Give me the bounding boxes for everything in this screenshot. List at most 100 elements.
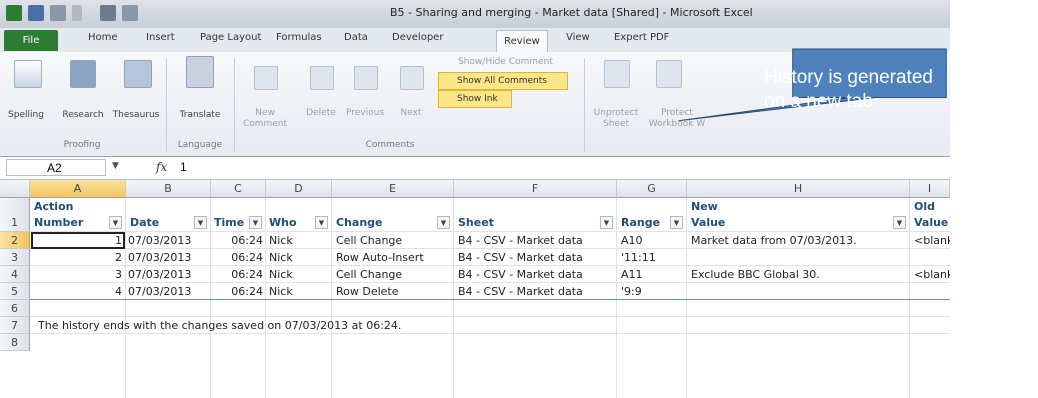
filter-dropdown-icon[interactable]: ▼ bbox=[249, 216, 262, 229]
new-comment-icon bbox=[254, 66, 278, 90]
column-header-a[interactable]: A bbox=[30, 180, 126, 198]
delete-comment-button[interactable]: Delete bbox=[296, 108, 346, 119]
row-header-5[interactable]: 5 bbox=[0, 283, 30, 300]
unprotect-label: Unprotect bbox=[593, 108, 639, 118]
filter-dropdown-icon[interactable]: ▼ bbox=[893, 216, 906, 229]
tab-data[interactable]: Data bbox=[344, 32, 368, 43]
translate-button[interactable]: Translate bbox=[172, 110, 228, 121]
tab-developer[interactable]: Developer bbox=[392, 32, 443, 43]
cell-old-value[interactable]: <blank bbox=[914, 268, 950, 281]
cell-new-value[interactable]: Exclude BBC Global 30. bbox=[691, 268, 907, 281]
header-new: New bbox=[691, 200, 718, 213]
cell-sheet[interactable]: B4 - CSV - Market data bbox=[458, 251, 616, 264]
cell-date[interactable]: 07/03/2013 bbox=[128, 268, 210, 281]
spelling-button[interactable]: Spelling bbox=[2, 110, 50, 121]
column-header-b[interactable]: B bbox=[126, 180, 211, 198]
cell-sheet[interactable]: B4 - CSV - Market data bbox=[458, 234, 616, 247]
tab-expert-pdf[interactable]: Expert PDF bbox=[614, 32, 669, 43]
filter-dropdown-icon[interactable]: ▼ bbox=[670, 216, 683, 229]
row-header-7[interactable]: 7 bbox=[0, 317, 30, 334]
cell-change[interactable]: Cell Change bbox=[336, 268, 452, 281]
cell-action-number[interactable]: 3 bbox=[30, 268, 122, 281]
cell-who[interactable]: Nick bbox=[269, 234, 329, 247]
row-header-8[interactable]: 8 bbox=[0, 334, 30, 351]
tab-view[interactable]: View bbox=[566, 32, 590, 43]
cell-date[interactable]: 07/03/2013 bbox=[128, 251, 210, 264]
cell-new-value[interactable]: Market data from 07/03/2013. bbox=[691, 234, 907, 247]
protect-workbook-button[interactable]: Protect Workbook W bbox=[640, 108, 714, 130]
filter-dropdown-icon[interactable]: ▼ bbox=[315, 216, 328, 229]
thesaurus-button[interactable]: Thesaurus bbox=[110, 110, 162, 121]
filter-dropdown-icon[interactable]: ▼ bbox=[437, 216, 450, 229]
name-box[interactable]: A2 bbox=[6, 159, 106, 176]
header-action: Action bbox=[34, 200, 74, 213]
row-header-1[interactable]: 1 bbox=[0, 198, 30, 232]
tab-insert[interactable]: Insert bbox=[146, 32, 175, 43]
cell-who[interactable]: Nick bbox=[269, 285, 329, 298]
select-all-corner[interactable] bbox=[0, 180, 30, 198]
cell-change[interactable]: Cell Change bbox=[336, 234, 452, 247]
cell-range[interactable]: A10 bbox=[621, 234, 685, 247]
protect-label-2: Workbook W bbox=[648, 119, 706, 129]
show-hide-comment-button[interactable]: Show/Hide Comment bbox=[440, 54, 553, 70]
protect-label: Protect bbox=[661, 108, 693, 118]
previous-comment-button[interactable]: Previous bbox=[340, 108, 390, 119]
research-button[interactable]: Research bbox=[58, 110, 108, 121]
cell-time[interactable]: 06:24 bbox=[211, 268, 263, 281]
thesaurus-icon bbox=[124, 60, 152, 88]
column-header-d[interactable]: D bbox=[266, 180, 332, 198]
filter-dropdown-icon[interactable]: ▼ bbox=[600, 216, 613, 229]
show-ink-button[interactable]: Show Ink bbox=[438, 90, 512, 108]
cell-sheet[interactable]: B4 - CSV - Market data bbox=[458, 268, 616, 281]
cell-time[interactable]: 06:24 bbox=[211, 234, 263, 247]
column-header-i[interactable]: I bbox=[910, 180, 950, 198]
cell-time[interactable]: 06:24 bbox=[211, 285, 263, 298]
cell-old-value[interactable]: <blank bbox=[914, 234, 950, 247]
cell-range[interactable]: '11:11 bbox=[621, 251, 685, 264]
new-comment-button[interactable]: New Comment bbox=[238, 108, 292, 130]
filter-dropdown-icon[interactable]: ▼ bbox=[109, 216, 122, 229]
undo-icon[interactable] bbox=[50, 5, 66, 21]
insert-function-icon[interactable]: fx bbox=[156, 160, 167, 174]
cell-range[interactable]: '9:9 bbox=[621, 285, 685, 298]
unprotect-sheet-icon bbox=[604, 60, 630, 88]
column-header-g[interactable]: G bbox=[617, 180, 687, 198]
customize-qat-icon[interactable] bbox=[72, 5, 82, 21]
column-header-h[interactable]: H bbox=[687, 180, 910, 198]
cell-action-number[interactable]: 2 bbox=[30, 251, 122, 264]
cell-sheet[interactable]: B4 - CSV - Market data bbox=[458, 285, 616, 298]
callout-text: History is generated on a new tab bbox=[764, 66, 1004, 114]
show-all-comments-button[interactable]: Show All Comments bbox=[438, 72, 568, 90]
cell-change[interactable]: Row Delete bbox=[336, 285, 452, 298]
tab-file[interactable]: File bbox=[4, 30, 58, 51]
window-title: B5 - Sharing and merging - Market data [… bbox=[390, 6, 753, 19]
tab-page-layout[interactable]: Page Layout bbox=[200, 32, 261, 43]
tab-formulas[interactable]: Formulas bbox=[276, 32, 322, 43]
filter-dropdown-icon[interactable]: ▼ bbox=[194, 216, 207, 229]
name-box-dropdown-icon[interactable]: ▼ bbox=[112, 161, 119, 171]
cell-change[interactable]: Row Auto-Insert bbox=[336, 251, 452, 264]
cell-who[interactable]: Nick bbox=[269, 251, 329, 264]
row-header-3[interactable]: 3 bbox=[0, 249, 30, 266]
cell-date[interactable]: 07/03/2013 bbox=[128, 285, 210, 298]
cell-action-number[interactable]: 4 bbox=[30, 285, 122, 298]
history-footer-note[interactable]: The history ends with the changes saved … bbox=[38, 319, 738, 332]
column-header-e[interactable]: E bbox=[332, 180, 454, 198]
save-icon[interactable] bbox=[28, 5, 44, 21]
row-header-4[interactable]: 4 bbox=[0, 266, 30, 283]
macro-icon[interactable] bbox=[122, 5, 138, 21]
next-comment-button[interactable]: Next bbox=[394, 108, 428, 119]
form-icon[interactable] bbox=[100, 5, 116, 21]
formula-input[interactable]: 1 bbox=[180, 160, 187, 174]
unprotect-sheet-button[interactable]: Unprotect Sheet bbox=[590, 108, 642, 130]
row-header-2[interactable]: 2 bbox=[0, 232, 30, 249]
cell-time[interactable]: 06:24 bbox=[211, 251, 263, 264]
column-header-c[interactable]: C bbox=[211, 180, 266, 198]
cell-date[interactable]: 07/03/2013 bbox=[128, 234, 210, 247]
column-header-f[interactable]: F bbox=[454, 180, 617, 198]
cell-range[interactable]: A11 bbox=[621, 268, 685, 281]
tab-review[interactable]: Review bbox=[496, 30, 548, 54]
tab-home[interactable]: Home bbox=[88, 32, 118, 43]
cell-who[interactable]: Nick bbox=[269, 268, 329, 281]
row-header-6[interactable]: 6 bbox=[0, 300, 30, 317]
